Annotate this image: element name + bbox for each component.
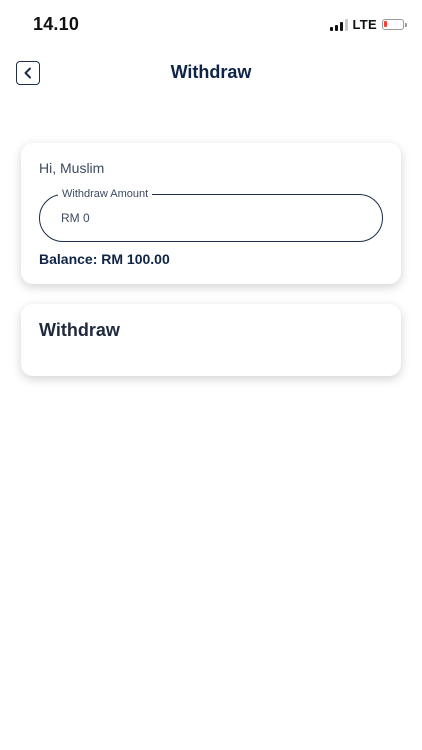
status-indicators: LTE xyxy=(329,17,407,32)
page-title: Withdraw xyxy=(170,62,252,82)
withdraw-amount-field[interactable]: Withdraw Amount xyxy=(39,187,383,242)
network-type: LTE xyxy=(352,17,377,32)
withdraw-amount-label: Withdraw Amount xyxy=(58,187,153,201)
status-bar: 14.10 LTE xyxy=(0,0,422,50)
withdraw-button-label: Withdraw xyxy=(39,320,120,340)
status-time: 14.10 xyxy=(33,14,80,34)
balance-text: Balance: RM 100.00 xyxy=(39,251,170,267)
battery-icon xyxy=(382,19,407,30)
withdraw-amount-input[interactable] xyxy=(61,211,341,225)
battery-level xyxy=(384,21,387,27)
withdraw-form-card: Hi, Muslim Withdraw Amount Balance: RM 1… xyxy=(21,143,401,284)
greeting-text: Hi, Muslim xyxy=(39,160,105,176)
withdraw-button[interactable]: Withdraw xyxy=(21,304,401,376)
signal-strength-icon xyxy=(329,18,348,31)
